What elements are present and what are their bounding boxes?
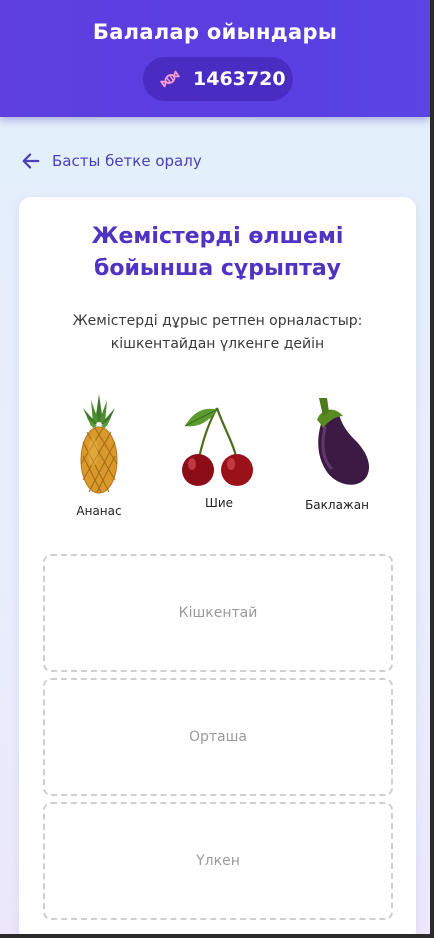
app-title: Балалар ойындары [92,20,338,44]
game-title: Жемістерді өлшемі бойынша сұрыптау [91,224,344,281]
drop-zone-medium[interactable]: Орташа [43,678,393,796]
drop-zone-small[interactable]: Кішкентай [43,554,393,672]
fruit-label: Шие [204,496,233,510]
fruit-label: Баклажан [305,498,369,512]
pineapple-icon [80,394,118,494]
drop-zone-large[interactable]: Үлкен [43,802,393,920]
points-badge: 1463720 [143,57,293,101]
fruit-cherry[interactable]: Шие [164,402,274,510]
window-edge [0,934,434,938]
game-card: Жемістерді өлшемі бойынша сұрыптау Жеміс… [19,197,416,938]
window-edge [430,0,434,938]
candy-icon [160,70,180,88]
drop-zone-label: Үлкен [196,853,240,869]
fruit-eggplant[interactable]: Баклажан [282,394,392,512]
points-value: 1463720 [193,68,286,90]
eggplant-icon [317,398,370,485]
game-instruction: Жемістерді дұрыс ретпен орналастыр: кішк… [72,313,363,352]
back-link-label: Басты бетке оралу [52,152,202,170]
app-header: Балалар ойындары 1463720 [0,0,430,117]
drop-zone-label: Орташа [188,729,248,745]
back-to-home-link[interactable]: Басты бетке оралу [20,148,202,174]
drop-zone-label: Кішкентай [178,605,258,621]
fruit-label: Ананас [76,504,122,518]
arrow-left-icon [22,153,40,169]
fruit-pineapple[interactable]: Ананас [44,392,154,518]
cherry-icon [182,407,253,486]
